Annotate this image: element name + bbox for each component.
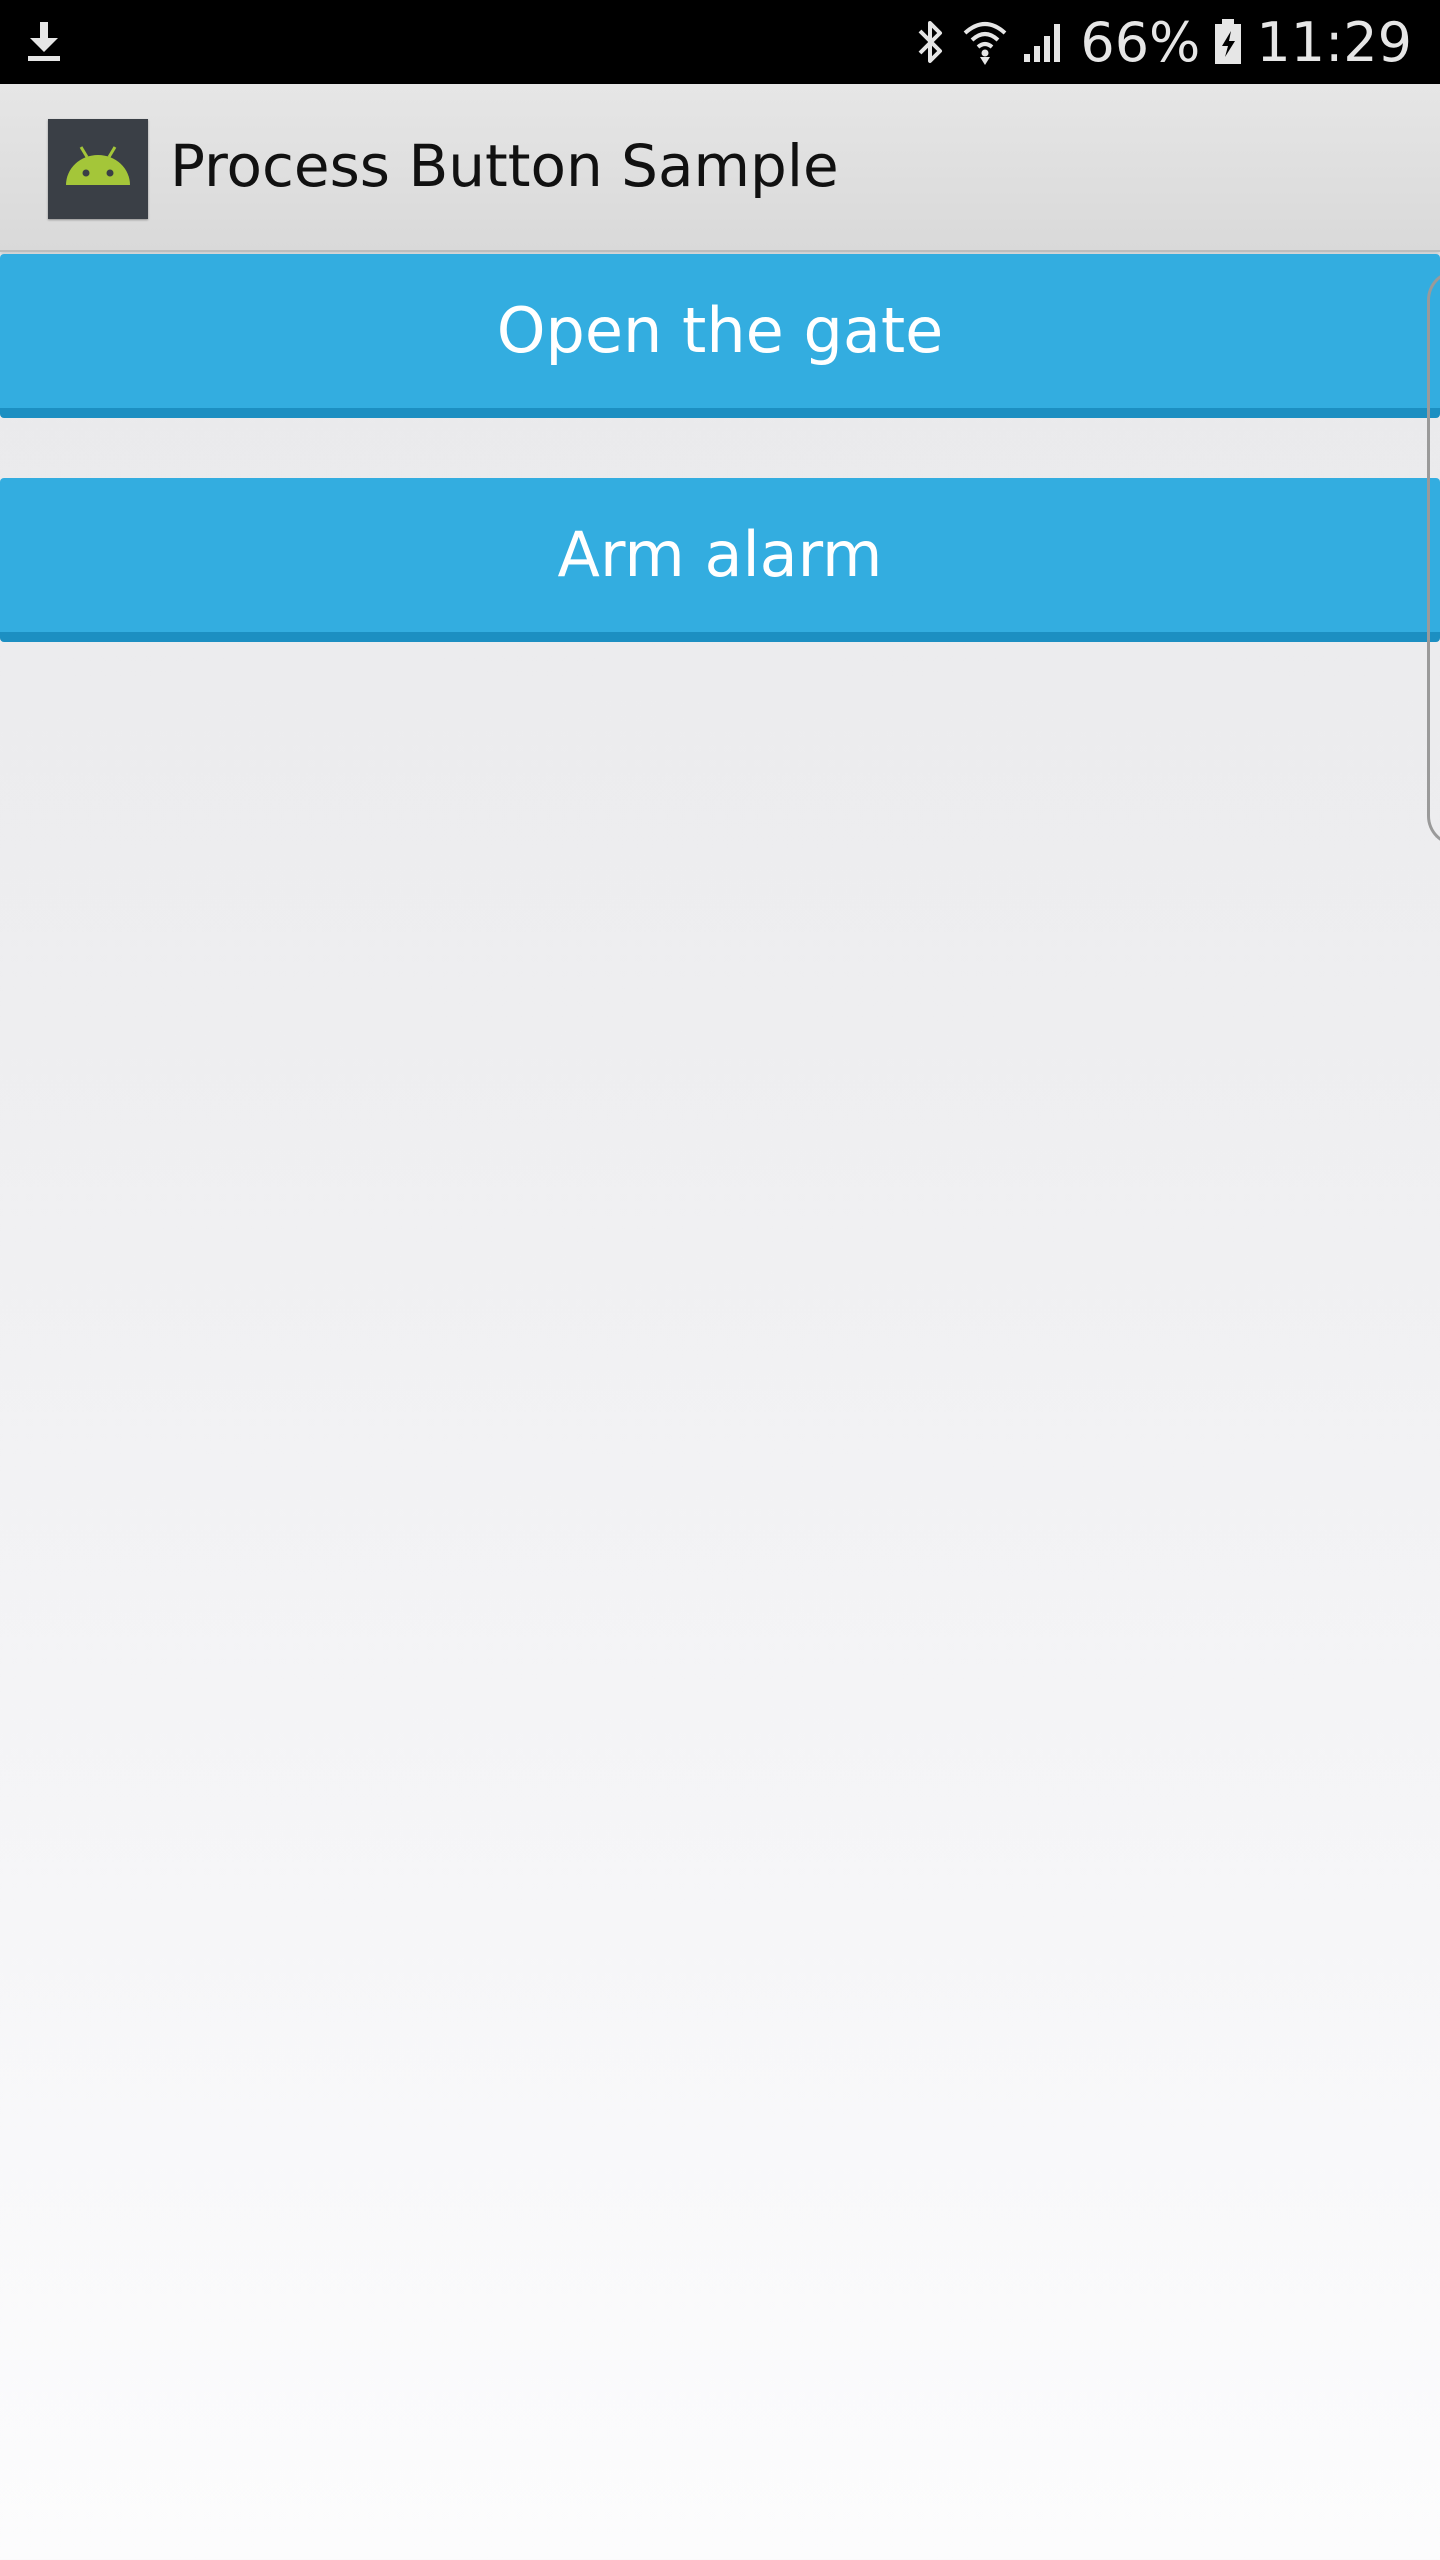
battery-charging-icon (1215, 19, 1242, 64)
download-icon (28, 22, 60, 61)
android-icon (66, 146, 130, 185)
open-gate-button[interactable]: Open the gate (0, 254, 1440, 418)
status-left (24, 20, 64, 68)
battery-percent: 66% (1080, 10, 1201, 74)
bluetooth-icon (918, 21, 943, 63)
app-title: Process Button Sample (170, 132, 839, 200)
edge-scroll-indicator (1427, 270, 1440, 846)
arm-alarm-button[interactable]: Arm alarm (0, 478, 1440, 642)
clock: 11:29 (1256, 10, 1412, 74)
signal-icon (1024, 24, 1061, 62)
action-bar: Process Button Sample (0, 84, 1440, 252)
status-bar: 66% 11:29 (0, 0, 1440, 84)
app-icon (48, 119, 148, 219)
wifi-icon (964, 22, 1007, 65)
status-right: 66% 11:29 (914, 0, 1412, 84)
